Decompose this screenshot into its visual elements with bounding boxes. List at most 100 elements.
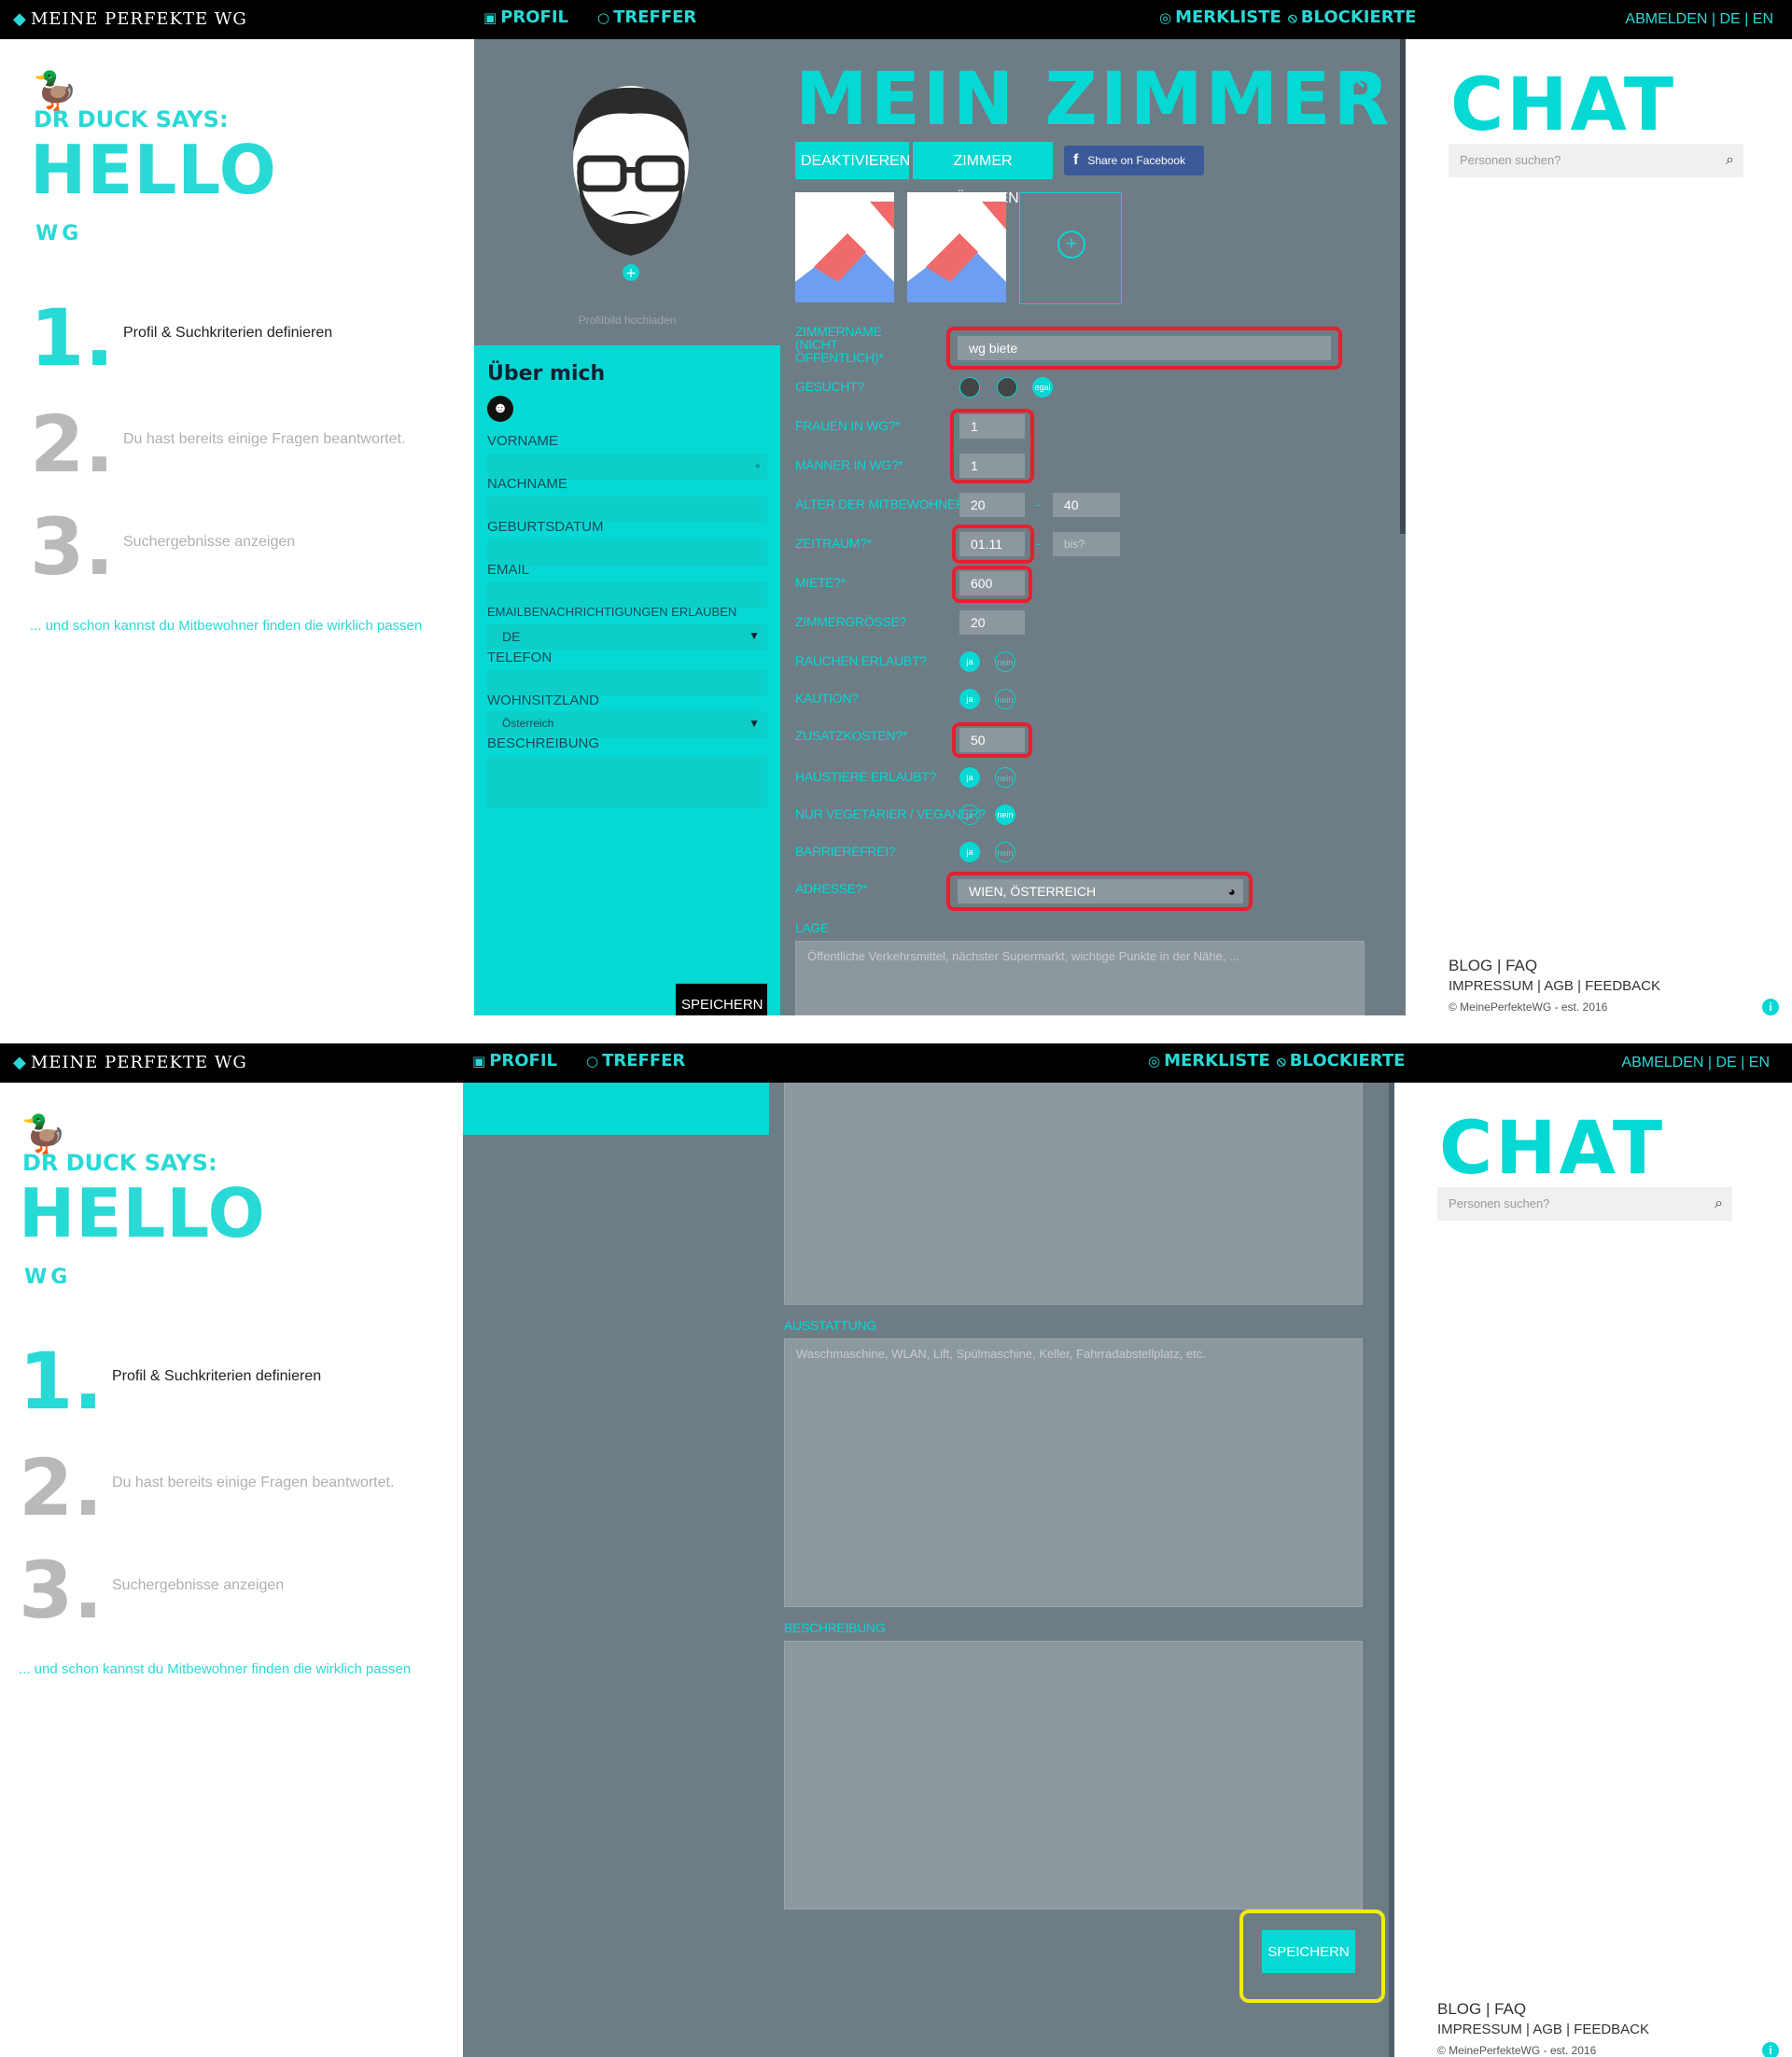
info-icon[interactable]: i [1762, 999, 1779, 1015]
lang-de[interactable]: DE [1715, 1055, 1736, 1070]
female-option-icon[interactable] [959, 377, 980, 398]
close-icon[interactable]: ✕ [1346, 65, 1367, 96]
groesse-input[interactable]: 20 [959, 610, 1025, 635]
chat-search-input[interactable]: Personen suchen? ⌕ [1449, 144, 1743, 177]
chat-title: CHAT [1439, 1107, 1666, 1191]
logout-link[interactable]: ABMELDEN | [1621, 1055, 1712, 1070]
selected-value: Österreich [502, 717, 554, 730]
nav-profil[interactable]: ▣ PROFIL [483, 7, 568, 27]
search-icon: ○ [597, 9, 610, 26]
footer-links[interactable]: IMPRESSUM | AGB | FEEDBACK [1449, 976, 1660, 997]
logout-link[interactable]: ABMELDEN | [1625, 11, 1715, 27]
alter-von-input[interactable]: 20 [959, 493, 1025, 517]
ausstattung-label: AUSSTATTUNG [784, 1318, 876, 1333]
nav-merkliste[interactable]: ◎ MERKLISTE [1159, 7, 1281, 27]
haustiere-label: HAUSTIERE ERLAUBT? [795, 769, 936, 784]
svg-text:+: + [625, 266, 637, 281]
nav-treffer[interactable]: ○ TREFFER [597, 7, 696, 27]
nav-treffer-label: TREFFER [613, 7, 697, 27]
onboarding-sidebar: 🦆 DR DUCK SAYS: HELLO WG 1. Profil & Such… [0, 1083, 463, 2057]
chat-panel: CHAT Personen suchen? ⌕ BLOG | FAQ IMPRES… [1394, 1083, 1792, 2057]
kaution-ja[interactable]: ja [959, 689, 980, 709]
lage-textarea[interactable] [784, 1083, 1363, 1305]
egal-option[interactable]: egal [1032, 377, 1053, 398]
lang-de[interactable]: DE [1719, 11, 1740, 27]
kaution-nein[interactable]: nein [995, 689, 1015, 709]
room-photo-1[interactable] [795, 192, 894, 302]
save-profile-button[interactable]: SPEICHERN [676, 984, 767, 1015]
search-icon[interactable]: ⌕ [1715, 1187, 1723, 1221]
barrierefrei-nein[interactable]: nein [995, 842, 1015, 862]
room-panel: MEIN ZIMMER ✕ DEAKTIVIEREN ZIMMER LÖSCHE… [780, 39, 1406, 1015]
room-photo-2[interactable] [907, 192, 1006, 302]
step-3: 3. Suchergebnisse anzeigen [30, 501, 295, 593]
step-1: 1. Profil & Suchkriterien definieren [19, 1342, 321, 1420]
haustiere-nein[interactable]: nein [995, 767, 1015, 788]
profile-avatar[interactable]: + [556, 77, 706, 282]
highlight-zeitraum [952, 525, 1034, 564]
facebook-share-button[interactable]: f Share on Facebook [1064, 146, 1204, 175]
chevron-down-icon: ▼ [749, 629, 760, 642]
screenshot-top: ◆ MEINE PERFEKTE WG ▣ PROFIL ○ TREFFER ◎ MER… [0, 0, 1792, 1015]
input-value: 20 [971, 615, 986, 630]
lang-en[interactable]: EN [1749, 1055, 1770, 1070]
search-icon: ○ [586, 1053, 599, 1070]
small-avatar-icon: ☻ [487, 396, 513, 422]
search-icon[interactable]: ⌕ [1726, 144, 1734, 177]
input-value: 40 [1064, 497, 1079, 512]
beschreibung-textarea[interactable] [784, 1641, 1363, 1910]
zeitraum-label: ZEITRAUM?* [795, 536, 872, 551]
haustiere-ja[interactable]: ja [959, 767, 980, 788]
step-3: 3. Suchergebnisse anzeigen [19, 1551, 284, 1630]
barrierefrei-ja[interactable]: ja [959, 842, 980, 862]
lang-switcher: ABMELDEN | DE | EN [1621, 1055, 1770, 1071]
top-navigation-bar: ◆ MEINE PERFEKTE WG ▣ PROFIL ○ TREFFER ◎ MER… [0, 1043, 1792, 1083]
delete-room-button[interactable]: ZIMMER LÖSCHEN [913, 142, 1053, 206]
footer-blog-faq[interactable]: BLOG | FAQ [1449, 956, 1660, 976]
chat-search-input[interactable]: Personen suchen? ⌕ [1437, 1187, 1732, 1221]
zeitraum-bis-input[interactable]: bis? [1053, 532, 1120, 556]
nav-treffer[interactable]: ○ TREFFER [586, 1051, 685, 1070]
tagline: ... und schon kannst du Mitbewohner find… [19, 1661, 412, 1677]
nav-profil-label: PROFIL [489, 1051, 558, 1070]
vegetarier-ja[interactable]: ja [959, 805, 980, 825]
lang-en[interactable]: EN [1753, 11, 1773, 27]
nav-blockierte[interactable]: ⦸ BLOCKIERTE [1277, 1051, 1405, 1070]
wohnsitzland-select[interactable]: Österreich ▼ [487, 711, 767, 737]
alter-separator: - [1036, 497, 1041, 511]
nav-merkliste[interactable]: ◎ MERKLISTE [1148, 1051, 1270, 1070]
nav-profil-label: PROFIL [500, 7, 569, 27]
male-option-icon[interactable] [997, 377, 1017, 398]
ausstattung-textarea[interactable]: Waschmaschine, WLAN, Lift, Spülmaschine,… [784, 1338, 1363, 1607]
vegetarier-nein[interactable]: nein [995, 805, 1015, 825]
highlight-save-button [1239, 1910, 1385, 2003]
lage-label: LAGE [795, 920, 830, 935]
alter-bis-input[interactable]: 40 [1053, 493, 1120, 517]
beschreibung-textarea[interactable] [487, 756, 767, 808]
vorname-label: VORNAME [487, 433, 558, 449]
footer-links[interactable]: IMPRESSUM | AGB | FEEDBACK [1437, 2020, 1649, 2040]
deactivate-button[interactable]: DEAKTIVIEREN [795, 142, 910, 179]
kaution-label: KAUTION? [795, 691, 859, 706]
site-logo[interactable]: ◆ MEINE PERFEKTE WG [13, 9, 247, 29]
site-logo[interactable]: ◆ MEINE PERFEKTE WG [13, 1053, 247, 1072]
add-photo-button[interactable]: + [1019, 192, 1122, 304]
step-number: 2. [19, 1442, 104, 1533]
nav-blockierte[interactable]: ⦸ BLOCKIERTE [1288, 7, 1416, 27]
step-text: Profil & Suchkriterien definieren [123, 325, 333, 341]
upload-picture-label[interactable]: Profilbild hochladen [474, 314, 780, 327]
nav-profil[interactable]: ▣ PROFIL [472, 1051, 557, 1070]
bookmark-icon: ◎ [1148, 1053, 1161, 1070]
rauchen-nein[interactable]: nein [995, 651, 1015, 672]
duck-icon: ◆ [13, 9, 27, 29]
lage-textarea[interactable]: Öffentliche Verkehrsmittel, nächster Sup… [795, 941, 1365, 1015]
step-2: 2. Du hast bereits einige Fragen beantwor… [30, 405, 405, 483]
step-number: 3. [30, 501, 115, 593]
gesucht-label: GESUCHT? [795, 379, 864, 394]
info-icon[interactable]: i [1762, 2042, 1779, 2057]
screenshot-bottom: ◆ MEINE PERFEKTE WG ▣ PROFIL ○ TREFFER ◎ MER… [0, 1043, 1792, 2057]
footer-blog-faq[interactable]: BLOG | FAQ [1437, 1999, 1649, 2020]
nav-treffer-label: TREFFER [602, 1051, 686, 1070]
email-notifications-select[interactable]: DE ▼ [487, 623, 767, 650]
rauchen-ja[interactable]: ja [959, 651, 980, 672]
